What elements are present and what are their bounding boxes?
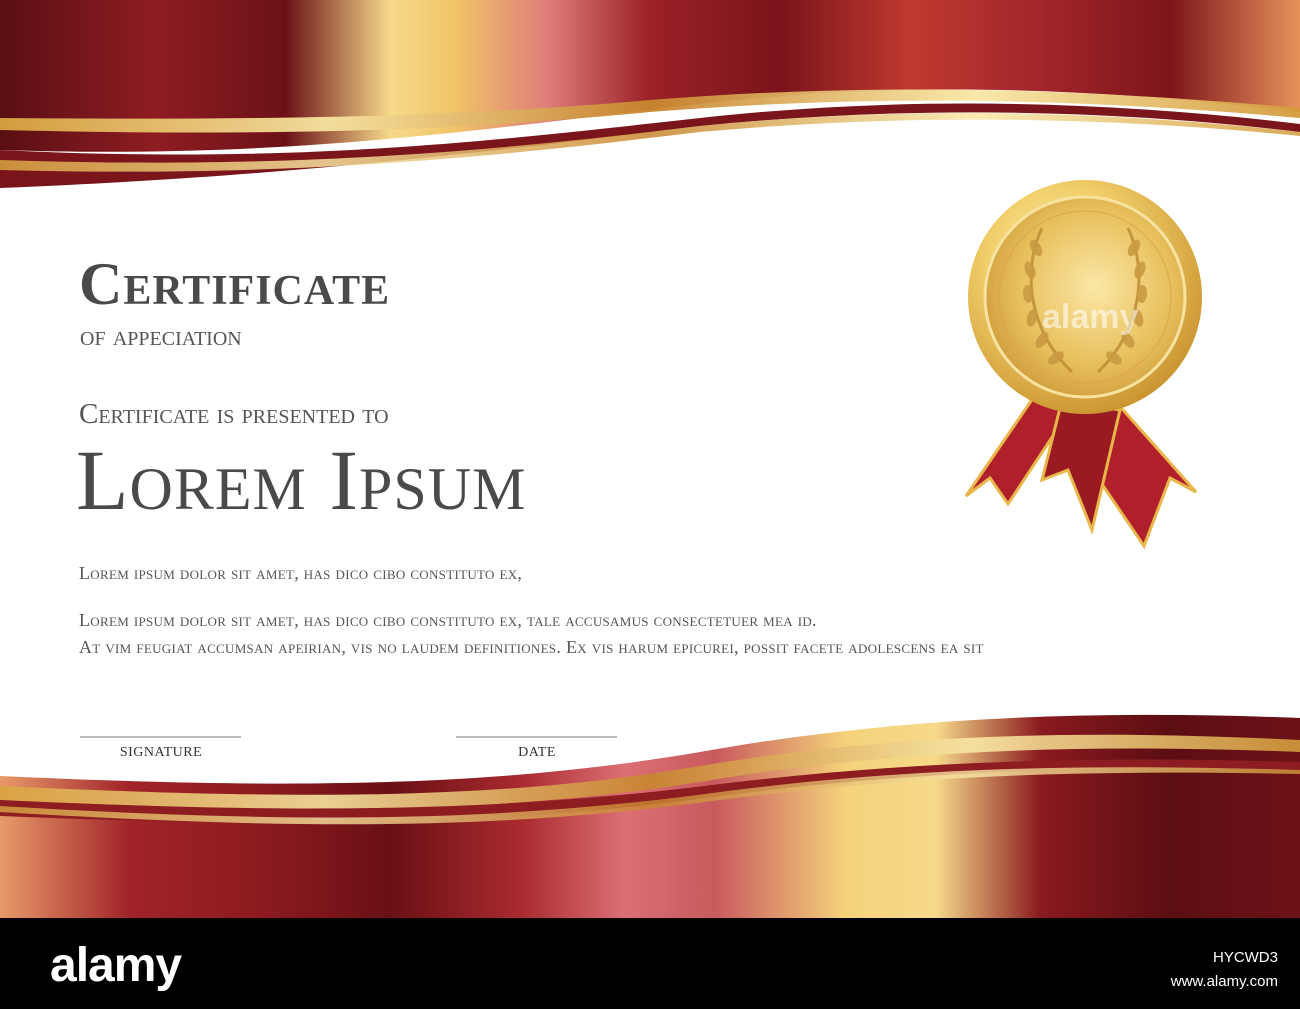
watermark-info: HYCWD3 www.alamy.com: [1171, 946, 1278, 994]
watermark-footer: [0, 918, 1300, 1009]
recipient-name: Lorem Ipsum: [76, 432, 527, 528]
presented-to-text: Certificate is presented to: [79, 398, 389, 430]
certificate-title: Certificate: [79, 251, 391, 317]
certificate-subtitle: of appeciation: [80, 320, 242, 352]
signature-label: SIGNATURE: [119, 745, 203, 760]
date-label: DATE: [518, 745, 556, 760]
image-id: HYCWD3: [1212, 949, 1278, 966]
watermark-url: www.alamy.com: [1170, 973, 1278, 990]
body-line-2: Lorem ipsum dolor sit amet, has dico cib…: [79, 610, 817, 630]
body-line-1: Lorem ipsum dolor sit amet, has dico cib…: [79, 563, 523, 583]
body-line-3: At vim feugiat accumsan apeirian, vis no…: [79, 637, 984, 657]
gold-medal-icon: [968, 180, 1202, 414]
watermark-overlay: alamy: [1042, 298, 1139, 336]
certificate: alamy Certificate of appeciation Certifi…: [0, 0, 1300, 918]
watermark-brand: alamy: [50, 939, 182, 992]
